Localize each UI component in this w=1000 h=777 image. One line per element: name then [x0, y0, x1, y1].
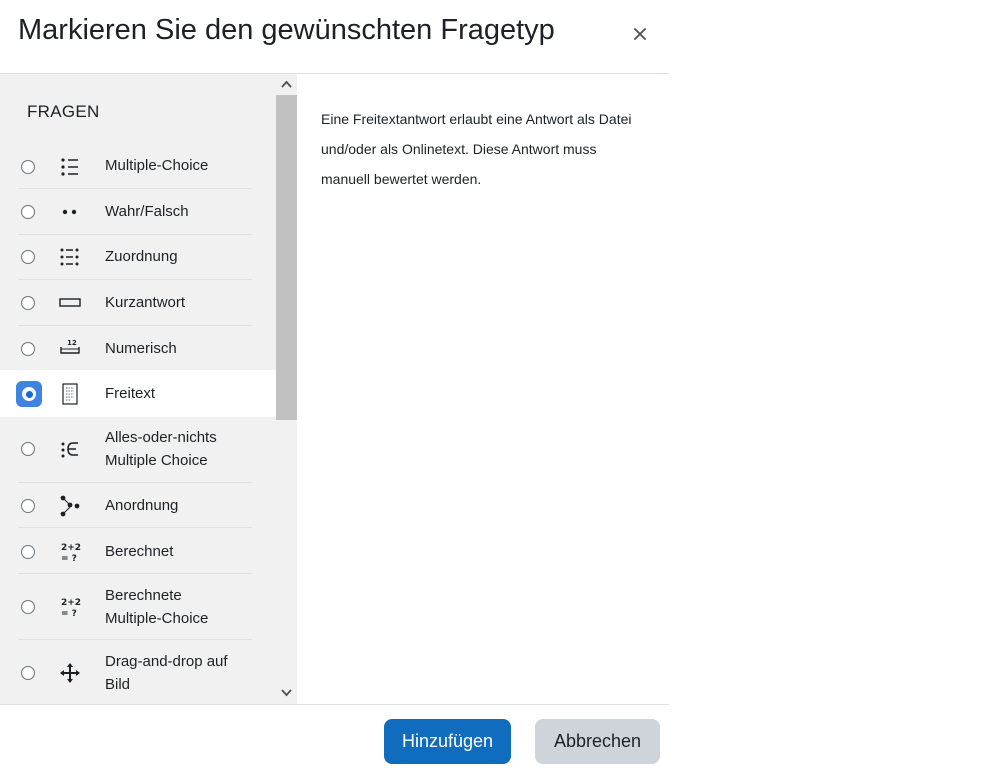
- option-multichoice[interactable]: Multiple-Choice: [0, 144, 276, 189]
- multichoiceset-icon: [58, 437, 82, 461]
- question-type-description: Eine Freitextantwort erlaubt eine Antwor…: [321, 111, 632, 187]
- svg-text:12: 12: [67, 339, 77, 347]
- radio-button[interactable]: [21, 545, 35, 559]
- numerical-icon: 12: [58, 337, 82, 361]
- essay-icon: [58, 382, 82, 406]
- match-icon: [58, 245, 82, 269]
- multichoice-icon: [58, 155, 82, 179]
- option-label: Drag-and-drop auf Bild: [105, 653, 228, 693]
- radio-button[interactable]: [21, 666, 35, 680]
- option-match[interactable]: Zuordnung: [0, 235, 276, 280]
- option-ddimageortext[interactable]: Drag-and-drop auf Bild: [0, 640, 276, 704]
- dialog-title: Markieren Sie den gewünschten Fragetyp: [18, 14, 555, 46]
- option-label: Alles-oder-nichts Multiple Choice: [105, 429, 217, 469]
- dialog-header: Markieren Sie den gewünschten Fragetyp: [0, 0, 669, 74]
- dialog-body: FRAGEN Multiple-Choice Wahr/Falsch Zuord…: [0, 74, 669, 704]
- add-button[interactable]: Hinzufügen: [384, 719, 511, 764]
- option-label: Numerisch: [105, 340, 177, 357]
- option-essay[interactable]: Freitext: [0, 370, 276, 417]
- ordering-icon: [58, 494, 82, 518]
- option-label: Wahr/Falsch: [105, 203, 189, 220]
- option-ordering[interactable]: Anordnung: [0, 483, 276, 528]
- option-label: Freitext: [105, 385, 156, 402]
- dialog-footer: Hinzufügen Abbrechen: [0, 704, 669, 777]
- chevron-up-icon[interactable]: [280, 78, 293, 91]
- option-label: Kurzantwort: [105, 294, 186, 311]
- option-shortanswer[interactable]: Kurzantwort: [0, 280, 276, 326]
- option-label: Berechnet: [105, 543, 174, 560]
- radio-button[interactable]: [21, 250, 35, 264]
- scrollbar-thumb[interactable]: [276, 95, 297, 420]
- cancel-button[interactable]: Abbrechen: [535, 719, 660, 764]
- chevron-down-icon[interactable]: [280, 686, 293, 699]
- radio-button[interactable]: [21, 342, 35, 356]
- radio-button[interactable]: [21, 499, 35, 513]
- radio-button[interactable]: [21, 600, 35, 614]
- svg-text:= ?: = ?: [61, 609, 77, 619]
- option-truefalse[interactable]: Wahr/Falsch: [0, 189, 276, 235]
- truefalse-icon: [58, 200, 82, 224]
- option-multichoiceset[interactable]: Alles-oder-nichts Multiple Choice: [0, 417, 276, 483]
- radio-button[interactable]: [21, 205, 35, 219]
- close-icon[interactable]: [628, 22, 652, 46]
- svg-text:= ?: = ?: [61, 554, 77, 564]
- ddimageortext-icon: [58, 661, 82, 685]
- option-label: Zuordnung: [105, 248, 178, 265]
- calculatedmulti-icon: 2+2 = ?: [58, 595, 82, 619]
- svg-text:2+2: 2+2: [61, 543, 81, 553]
- calculated-icon: 2+2 = ?: [58, 540, 82, 564]
- option-numerical[interactable]: 12 Numerisch: [0, 326, 276, 370]
- radio-button[interactable]: [21, 442, 35, 456]
- list-scrollbar[interactable]: [276, 74, 297, 704]
- option-calculated[interactable]: 2+2 = ? Berechnet: [0, 528, 276, 574]
- shortanswer-icon: [58, 291, 82, 315]
- list-heading: FRAGEN: [27, 102, 100, 121]
- radio-button[interactable]: [21, 296, 35, 310]
- question-type-dialog: Markieren Sie den gewünschten Fragetyp F…: [0, 0, 669, 776]
- question-type-list: FRAGEN Multiple-Choice Wahr/Falsch Zuord…: [0, 74, 297, 704]
- radio-button[interactable]: [21, 160, 35, 174]
- option-label: Anordnung: [105, 497, 179, 514]
- option-label: Multiple-Choice: [105, 157, 209, 174]
- svg-text:2+2: 2+2: [61, 598, 81, 608]
- option-label: Berechnete Multiple-Choice: [105, 587, 209, 627]
- option-calculatedmulti[interactable]: 2+2 = ? Berechnete Multiple-Choice: [0, 574, 276, 640]
- radio-button-selected[interactable]: [16, 381, 42, 407]
